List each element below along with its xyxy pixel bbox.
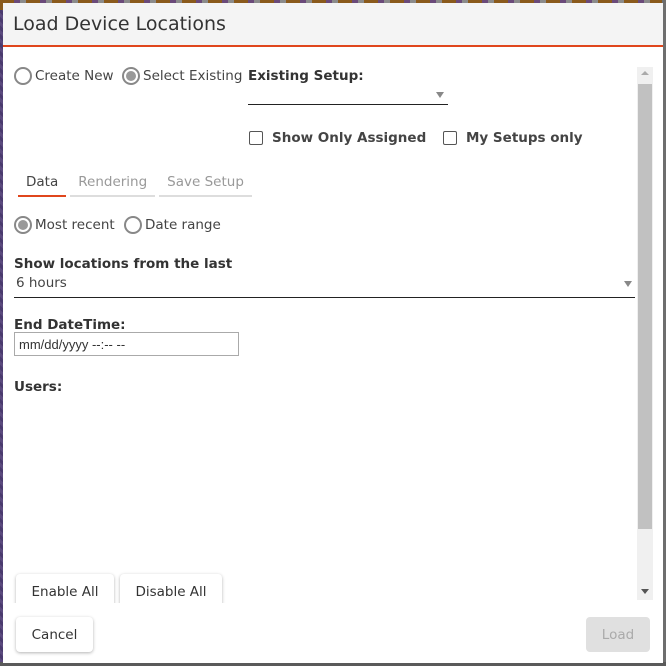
scroll-thumb[interactable] <box>638 84 652 529</box>
radio-circle-icon[interactable] <box>14 67 32 85</box>
dialog-body: Create New Select Existing Existing Setu… <box>3 47 663 603</box>
radio-select-existing-label: Select Existing <box>143 68 243 84</box>
radio-create-new-label: Create New <box>35 68 114 84</box>
radio-circle-icon[interactable] <box>124 216 142 234</box>
scroll-content: Create New Select Existing Existing Setu… <box>3 47 635 603</box>
my-setups-only-checkbox[interactable]: My Setups only <box>443 130 583 146</box>
radio-create-new[interactable]: Create New <box>14 67 114 85</box>
checkbox-icon[interactable] <box>443 131 457 145</box>
chevron-down-icon <box>436 92 444 98</box>
show-locations-value: 6 hours <box>16 275 67 291</box>
show-only-assigned-checkbox[interactable]: Show Only Assigned <box>249 130 426 146</box>
dialog-title: Load Device Locations <box>13 13 226 35</box>
show-locations-label: Show locations from the last <box>14 256 233 272</box>
radio-circle-checked-icon[interactable] <box>14 216 32 234</box>
vertical-scrollbar[interactable] <box>637 67 653 600</box>
radio-date-range-label: Date range <box>145 217 221 233</box>
radio-date-range[interactable]: Date range <box>124 216 221 234</box>
my-setups-only-label: My Setups only <box>466 130 583 146</box>
show-locations-select[interactable]: 6 hours <box>14 275 635 298</box>
existing-setup-select[interactable] <box>248 85 448 105</box>
radio-most-recent[interactable]: Most recent <box>14 216 115 234</box>
disable-all-button[interactable]: Disable All <box>120 574 222 603</box>
enable-all-button[interactable]: Enable All <box>16 574 114 603</box>
scroll-up-arrow-icon[interactable] <box>641 71 649 75</box>
load-button[interactable]: Load <box>586 617 650 652</box>
end-datetime-placeholder: mm/dd/yyyy --:-- -- <box>19 336 126 352</box>
tab-data[interactable]: Data <box>18 171 67 197</box>
radio-circle-checked-icon[interactable] <box>122 67 140 85</box>
radio-most-recent-label: Most recent <box>35 217 115 233</box>
radio-select-existing[interactable]: Select Existing <box>122 67 242 85</box>
tab-save-setup[interactable]: Save Setup <box>159 171 252 197</box>
show-only-assigned-label: Show Only Assigned <box>272 130 427 146</box>
cancel-button[interactable]: Cancel <box>16 617 93 652</box>
end-datetime-label: End DateTime: <box>14 317 126 333</box>
end-datetime-input[interactable]: mm/dd/yyyy --:-- -- <box>14 332 239 356</box>
dialog-header: Load Device Locations <box>3 3 663 47</box>
tab-rendering[interactable]: Rendering <box>70 171 156 197</box>
existing-setup-label: Existing Setup: <box>248 68 364 84</box>
load-device-locations-dialog: Load Device Locations Create New Select … <box>3 3 663 663</box>
chevron-down-icon <box>624 281 632 287</box>
setup-tabs: Data Rendering Save Setup <box>18 171 256 197</box>
checkbox-icon[interactable] <box>249 131 263 145</box>
scroll-down-arrow-icon[interactable] <box>641 589 649 594</box>
users-label: Users: <box>14 379 63 395</box>
